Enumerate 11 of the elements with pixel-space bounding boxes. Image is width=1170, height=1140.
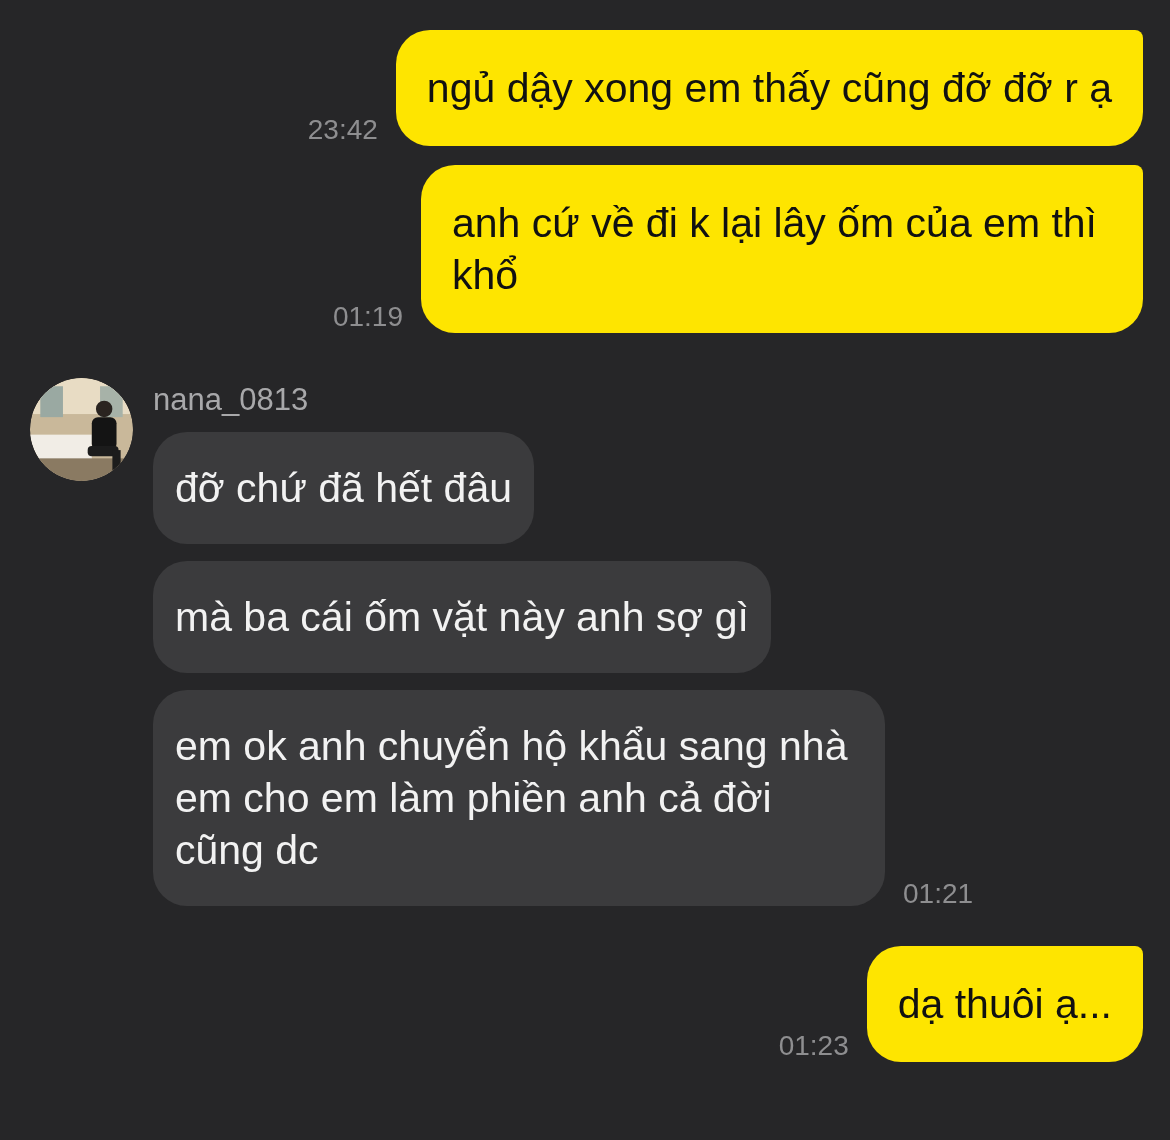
message-bubble: mà ba cái ốm vặt này anh sợ gì <box>153 561 771 673</box>
message-time: 01:19 <box>332 301 403 333</box>
message-time: 01:23 <box>778 1030 849 1062</box>
message-bubble: em ok anh chuyển hộ khẩu sang nhà em cho em làm phiền anh cả đời cũng dc <box>153 690 885 906</box>
message-time: 23:42 <box>307 114 378 146</box>
message-bubble: đỡ chứ đã hết đâu <box>153 432 534 544</box>
message-bubble: anh cứ về đi k lại lây ốm của em thì khổ <box>421 165 1143 333</box>
sender-name: nana_0813 <box>153 382 309 418</box>
message-bubble: dạ thuôi ạ... <box>866 946 1143 1062</box>
message-time: 01:21 <box>903 878 974 910</box>
message-bubble: ngủ dậy xong em thấy cũng đỡ đỡ r ạ <box>395 30 1143 146</box>
